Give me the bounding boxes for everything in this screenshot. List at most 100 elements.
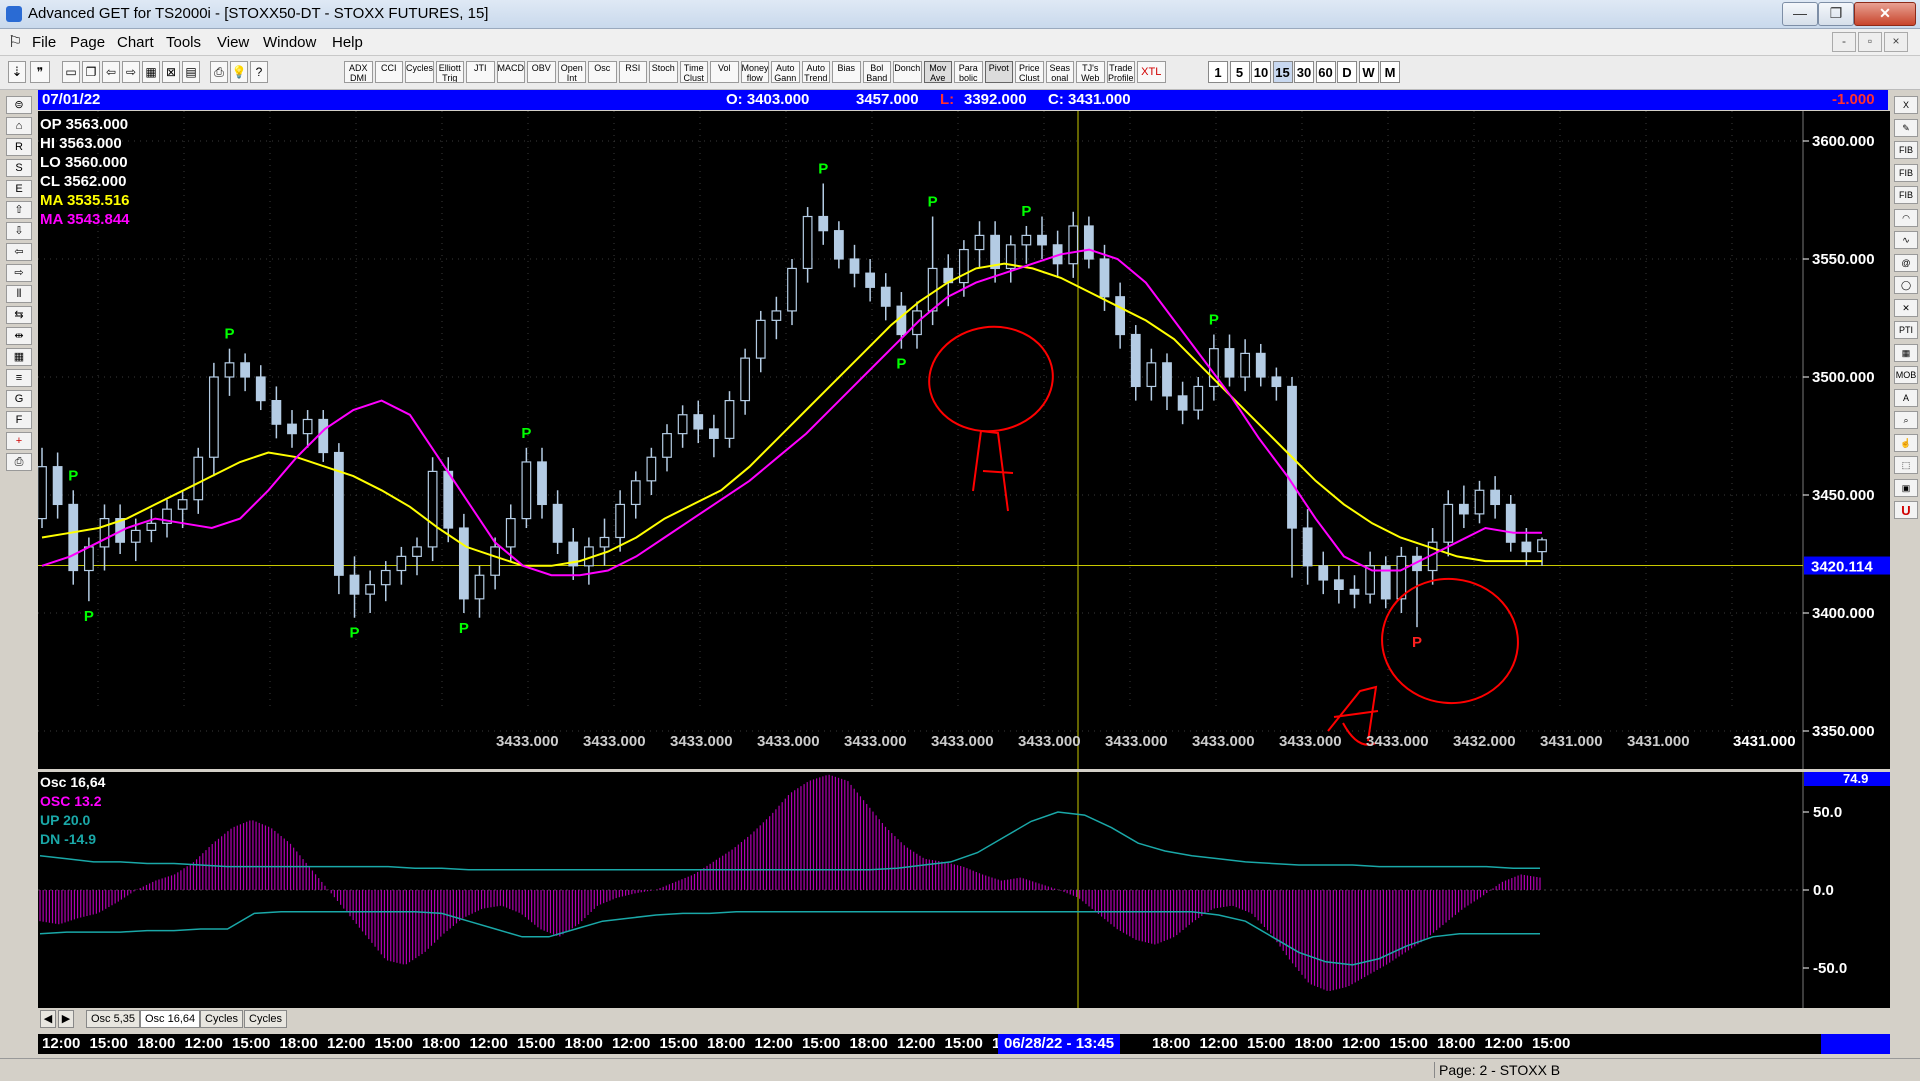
left-tool-down-icon[interactable]: ⇩ bbox=[6, 222, 32, 240]
restore-button[interactable]: ❐ bbox=[1818, 2, 1854, 26]
right-tool-fib-ret-icon[interactable]: FIB RET bbox=[1894, 141, 1918, 159]
menu-file[interactable]: File bbox=[32, 34, 56, 51]
study-button-obv[interactable]: OBV bbox=[527, 61, 556, 83]
right-tool-copy-icon[interactable]: ▣ bbox=[1894, 478, 1918, 497]
right-tool-x-icon[interactable]: X bbox=[1894, 96, 1918, 114]
left-tool-print-icon[interactable]: ⎙ bbox=[6, 453, 32, 471]
menu-window[interactable]: Window bbox=[263, 34, 316, 51]
oscillator-pane[interactable]: 74.9 50.0 0.0 -50.0 Osc 16,64 OSC 13.2 UP 2… bbox=[38, 772, 1890, 1008]
back-icon[interactable]: ⇦ bbox=[102, 61, 120, 83]
pin-icon[interactable]: ⇣ bbox=[8, 61, 26, 83]
study-button-xtl[interactable]: XTL bbox=[1137, 61, 1166, 83]
timeframe-button-m[interactable]: M bbox=[1380, 61, 1400, 83]
study-button-mov-ave[interactable]: Mov Ave bbox=[923, 61, 952, 83]
timeframe-button-d[interactable]: D bbox=[1337, 61, 1357, 83]
timeframe-button-1[interactable]: 1 bbox=[1208, 61, 1228, 83]
quote-icon[interactable]: ❞ bbox=[30, 61, 50, 83]
mdi-close-button[interactable]: × bbox=[1884, 32, 1908, 52]
forward-icon[interactable]: ⇨ bbox=[122, 61, 140, 83]
right-tool-grid-icon[interactable]: ▦ bbox=[1894, 343, 1918, 362]
right-tool-mob-icon[interactable]: MOB bbox=[1894, 366, 1918, 384]
window-icon[interactable]: ▤ bbox=[182, 61, 200, 83]
right-tool-arc-icon[interactable]: ◠ bbox=[1894, 208, 1918, 227]
study-button-stoch[interactable]: Stoch bbox=[649, 61, 678, 83]
grid-icon[interactable]: ▦ bbox=[142, 61, 160, 83]
mdi-minimize-button[interactable]: - bbox=[1832, 32, 1856, 52]
left-tool-plus-icon[interactable]: + bbox=[6, 432, 32, 450]
study-button-elliott-trig[interactable]: Elliott Trig bbox=[435, 61, 464, 83]
price-chart-svg[interactable]: 3600.000 3550.000 3500.000 3450.000 3400.000… bbox=[38, 111, 1890, 769]
study-button-adx-dmi[interactable]: ADX DMI bbox=[344, 61, 373, 83]
timeframe-button-10[interactable]: 10 bbox=[1251, 61, 1271, 83]
right-tool-wave-icon[interactable]: ∿ bbox=[1894, 231, 1918, 249]
timeframe-button-60[interactable]: 60 bbox=[1315, 61, 1336, 83]
study-button-trade-profile[interactable]: Trade Profile bbox=[1106, 61, 1135, 83]
right-tool-u-icon[interactable]: U bbox=[1894, 501, 1918, 519]
study-button-open-int[interactable]: Open Int bbox=[557, 61, 586, 83]
tab-cycles-1[interactable]: Cycles bbox=[200, 1010, 244, 1028]
minimize-button[interactable]: — bbox=[1782, 2, 1818, 26]
print-icon[interactable]: ⎙ bbox=[210, 61, 228, 83]
left-tool-study-icon[interactable]: S bbox=[6, 159, 32, 177]
right-tool-pti-icon[interactable]: PTI bbox=[1894, 321, 1918, 339]
study-button-auto-trend[interactable]: Auto Trend bbox=[801, 61, 830, 83]
study-button-money-flow[interactable]: Money flow bbox=[740, 61, 769, 83]
price-chart[interactable]: 3600.000 3550.000 3500.000 3450.000 3400.000… bbox=[38, 111, 1890, 769]
right-tool-a-icon[interactable]: A bbox=[1894, 388, 1918, 407]
left-tool-reset-icon[interactable]: R bbox=[6, 138, 32, 156]
left-tool-elliott-icon[interactable]: E bbox=[6, 180, 32, 198]
new-page-icon[interactable]: ▭ bbox=[62, 61, 80, 83]
menu-view[interactable]: View bbox=[217, 34, 249, 51]
study-button-auto-gann[interactable]: Auto Gann bbox=[771, 61, 800, 83]
study-button-macd[interactable]: MACD bbox=[496, 61, 525, 83]
menu-page[interactable]: Page bbox=[70, 34, 105, 51]
left-tool-fan-icon[interactable]: ⇆ bbox=[6, 306, 32, 324]
study-button-para-bolic[interactable]: Para bolic bbox=[954, 61, 983, 83]
study-button-cycles[interactable]: Cycles bbox=[405, 61, 434, 83]
close-button[interactable]: ✕ bbox=[1854, 2, 1916, 26]
study-button-jti[interactable]: JTI bbox=[466, 61, 495, 83]
menu-tools[interactable]: Tools bbox=[166, 34, 201, 51]
right-tool-ellipse-icon[interactable]: ◯ bbox=[1894, 276, 1918, 294]
lightbulb-icon[interactable]: 💡 bbox=[230, 61, 248, 83]
left-tool-up-icon[interactable]: ⇧ bbox=[6, 201, 32, 219]
right-tool-select-icon[interactable]: ⬚ bbox=[1894, 456, 1918, 474]
tab-osc-5-35[interactable]: Osc 5,35 bbox=[86, 1010, 141, 1028]
right-tool-gann-icon[interactable]: ✕ bbox=[1894, 298, 1918, 317]
left-tool-bars-icon[interactable]: ⫴ bbox=[6, 285, 32, 303]
left-tool-zoom-icon[interactable]: ⇹ bbox=[6, 327, 32, 345]
tab-scroll-left-icon[interactable]: ◀ bbox=[40, 1010, 56, 1028]
right-tool-spiral-icon[interactable]: @ bbox=[1894, 253, 1918, 272]
help-icon[interactable]: ? bbox=[250, 61, 268, 83]
left-tool-gann-icon[interactable]: G bbox=[6, 390, 32, 408]
delete-icon[interactable]: ⊠ bbox=[162, 61, 180, 83]
copy-icon[interactable]: ❐ bbox=[82, 61, 100, 83]
study-button-bol-band[interactable]: Bol Band bbox=[862, 61, 891, 83]
study-button-time-clust[interactable]: Time Clust bbox=[679, 61, 708, 83]
left-tool-lines-icon[interactable]: ≡ bbox=[6, 369, 32, 387]
right-tool-pen-icon[interactable]: ✎ bbox=[1894, 118, 1918, 137]
timeframe-button-30[interactable]: 30 bbox=[1294, 61, 1314, 83]
study-button-rsi[interactable]: RSI bbox=[618, 61, 647, 83]
study-button-price-clust[interactable]: Price Clust bbox=[1015, 61, 1044, 83]
right-tool-fib-ext-icon[interactable]: FIB EXT bbox=[1894, 163, 1918, 182]
study-button-seas-onal[interactable]: Seas onal bbox=[1045, 61, 1074, 83]
study-button-vol[interactable]: Vol bbox=[710, 61, 739, 83]
left-tool-right-icon[interactable]: ⇨ bbox=[6, 264, 32, 282]
right-tool-hand-icon[interactable]: ☝ bbox=[1894, 433, 1918, 452]
right-tool-zoom-icon[interactable]: ⌕ bbox=[1894, 411, 1918, 429]
study-button-tj-s-web[interactable]: TJ's Web bbox=[1076, 61, 1105, 83]
oscillator-svg[interactable]: 74.9 50.0 0.0 -50.0 bbox=[38, 772, 1890, 1008]
menu-help[interactable]: Help bbox=[332, 34, 363, 51]
menu-chart[interactable]: Chart bbox=[117, 34, 154, 51]
tab-cycles-2[interactable]: Cycles bbox=[244, 1010, 288, 1028]
left-tool-grid-icon[interactable]: ▦ bbox=[6, 348, 32, 366]
study-button-bias[interactable]: Bias bbox=[832, 61, 861, 83]
left-tool-left-icon[interactable]: ⇦ bbox=[6, 243, 32, 261]
study-button-donch[interactable]: Donch bbox=[893, 61, 922, 83]
left-tool-open-icon[interactable]: ⊜ bbox=[6, 96, 32, 114]
left-tool-fib-icon[interactable]: F bbox=[6, 411, 32, 429]
study-button-pivot[interactable]: Pivot bbox=[984, 61, 1013, 83]
study-button-osc[interactable]: Osc bbox=[588, 61, 617, 83]
right-tool-fib-time-icon[interactable]: FIB TIME bbox=[1894, 186, 1918, 204]
